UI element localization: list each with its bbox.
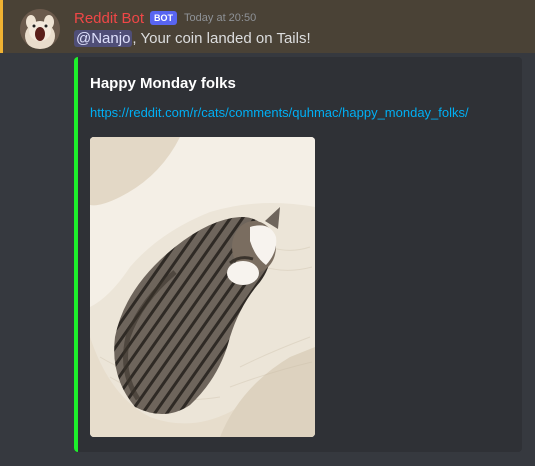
message-content: @Nanjo, Your coin landed on Tails! [74, 30, 311, 47]
chat-area: Reddit Bot BOT Today at 20:50 @Nanjo, Yo… [0, 0, 535, 466]
bot-badge: BOT [150, 11, 178, 25]
link-embed: Happy Monday folks https://reddit.com/r/… [74, 57, 522, 452]
message-text: , Your coin landed on Tails! [132, 30, 311, 47]
embed-accent-bar [74, 57, 78, 452]
embed-image[interactable] [90, 137, 315, 437]
avatar-image [20, 9, 60, 49]
embed-link[interactable]: https://reddit.com/r/cats/comments/quhma… [90, 105, 469, 120]
embed-title: Happy Monday folks [90, 75, 236, 92]
avatar[interactable] [20, 9, 60, 49]
author-name[interactable]: Reddit Bot [74, 10, 144, 27]
mention-highlight-bar [0, 0, 3, 53]
user-mention[interactable]: @Nanjo [74, 30, 133, 47]
message-header: Reddit Bot BOT Today at 20:50 [74, 9, 256, 27]
message-timestamp: Today at 20:50 [184, 12, 257, 24]
cat-photo-icon [90, 137, 315, 437]
